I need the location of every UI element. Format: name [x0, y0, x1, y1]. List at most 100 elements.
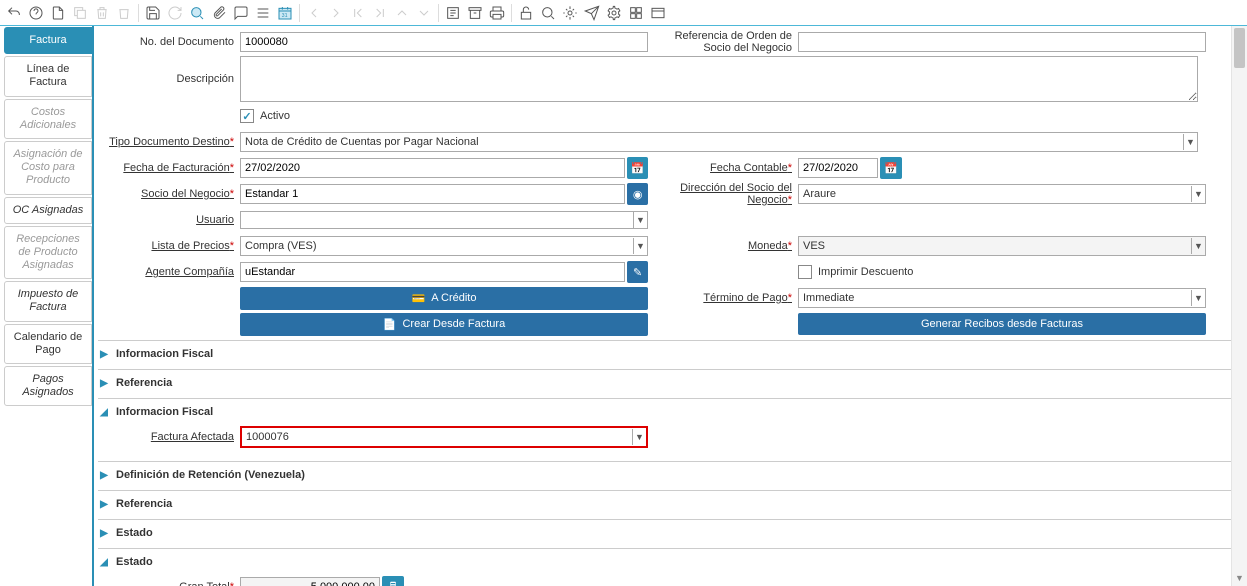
checkbox-imprimir-descuento[interactable]: ✓ [798, 265, 812, 279]
scrollbar[interactable]: ▲ ▼ [1231, 26, 1247, 586]
label-gran-total: Gran Total [98, 581, 240, 586]
select-factura-afectada[interactable]: 1000076▼ [240, 426, 648, 448]
label-ref-orden: Referencia de Orden de Socio del Negocio [656, 30, 798, 54]
credit-icon: 💳 [412, 292, 426, 305]
refresh-icon [165, 3, 185, 23]
calc-icon[interactable]: 🖩 [382, 576, 404, 586]
btn-a-credito[interactable]: 💳A Crédito [240, 287, 648, 310]
scroll-down-icon[interactable]: ▼ [1232, 570, 1247, 586]
calendar-btn-contable[interactable]: 📅 [880, 157, 902, 179]
report-icon[interactable] [443, 3, 463, 23]
copy-icon [70, 3, 90, 23]
label-imprimir-descuento: Imprimir Descuento [818, 266, 913, 278]
label-moneda: Moneda [656, 240, 798, 252]
section-header-info-fiscal-1[interactable]: ▶Informacion Fiscal [98, 345, 1237, 363]
lock-icon[interactable] [516, 3, 536, 23]
tab-calendario-pago[interactable]: Calendario de Pago [4, 324, 92, 364]
label-usuario: Usuario [98, 214, 240, 226]
tab-costos-adicionales: Costos Adicionales [4, 99, 92, 139]
section-info-fiscal-1: ▶Informacion Fiscal [98, 340, 1237, 367]
delete-icon [92, 3, 112, 23]
lookup-socio-icon[interactable]: ◉ [627, 183, 648, 205]
input-ref-orden[interactable] [798, 32, 1206, 52]
last-icon [370, 3, 390, 23]
input-gran-total [240, 577, 380, 586]
select-direccion-socio[interactable]: Araure▼ [798, 184, 1206, 204]
archive-icon[interactable] [465, 3, 485, 23]
scrollbar-thumb[interactable] [1234, 28, 1245, 68]
select-usuario[interactable]: ▼ [240, 211, 648, 229]
section-estado-1: ▶Estado [98, 519, 1237, 546]
copy-icon: 📄 [383, 318, 397, 331]
input-no-documento[interactable] [240, 32, 648, 52]
tab-asignacion-costo: Asignación de Costo para Producto [4, 141, 92, 195]
tool-icon[interactable] [626, 3, 646, 23]
section-info-fiscal-2: ◢Informacion Fiscal Factura Afectada 100… [98, 398, 1237, 459]
tab-factura[interactable]: Factura [4, 27, 92, 54]
section-header-info-fiscal-2[interactable]: ◢Informacion Fiscal [98, 403, 1237, 421]
save-icon[interactable] [143, 3, 163, 23]
label-fecha-contable: Fecha Contable [656, 162, 798, 174]
search-highlight-icon[interactable] [187, 3, 207, 23]
calendar-btn-facturacion[interactable]: 📅 [627, 157, 648, 179]
tab-oc-asignadas[interactable]: OC Asignadas [4, 197, 92, 224]
tab-pagos-asignados[interactable]: Pagos Asignados [4, 366, 92, 406]
section-header-estado-1[interactable]: ▶Estado [98, 524, 1237, 542]
select-lista-precios[interactable]: Compra (VES)▼ [240, 236, 648, 256]
chat-icon[interactable] [231, 3, 251, 23]
panel-icon[interactable] [648, 3, 668, 23]
zoom-icon[interactable] [538, 3, 558, 23]
help-icon[interactable] [26, 3, 46, 23]
section-header-estado-2[interactable]: ◢Estado [98, 553, 1237, 571]
print-icon[interactable] [487, 3, 507, 23]
label-no-documento: No. del Documento [98, 36, 240, 48]
section-def-retencion: ▶Definición de Retención (Venezuela) [98, 461, 1237, 488]
textarea-descripcion[interactable] [240, 56, 1198, 102]
tab-impuesto-factura[interactable]: Impuesto de Factura [4, 281, 92, 321]
toolbar: 31 [0, 0, 1247, 26]
label-agente: Agente Compañía [98, 266, 240, 278]
label-termino-pago: Término de Pago [656, 292, 798, 304]
list-icon[interactable] [253, 3, 273, 23]
section-estado-2: ◢Estado Gran Total 🖩 Estado del Document… [98, 548, 1237, 586]
checkbox-activo[interactable]: ✓ [240, 109, 254, 123]
btn-crear-desde-factura[interactable]: 📄Crear Desde Factura [240, 313, 648, 336]
undo-icon[interactable] [4, 3, 24, 23]
send-icon[interactable] [582, 3, 602, 23]
input-fecha-contable[interactable] [798, 158, 878, 178]
input-agente[interactable] [240, 262, 625, 282]
section-referencia-2: ▶Referencia [98, 490, 1237, 517]
process-icon[interactable] [560, 3, 580, 23]
first-icon [348, 3, 368, 23]
separator [299, 4, 300, 22]
select-moneda: VES▼ [798, 236, 1206, 256]
label-fecha-facturacion: Fecha de Facturación [98, 162, 240, 174]
tab-recepciones: Recepciones de Producto Asignadas [4, 226, 92, 280]
lookup-agente-icon[interactable]: ✎ [627, 261, 648, 283]
select-tipo-doc-destino[interactable]: Nota de Crédito de Cuentas por Pagar Nac… [240, 132, 1198, 152]
form-content: No. del Documento Referencia de Orden de… [94, 26, 1247, 586]
chevron-right-icon: ▶ [98, 378, 110, 389]
attach-icon[interactable] [209, 3, 229, 23]
calendar-icon[interactable]: 31 [275, 3, 295, 23]
section-header-referencia-1[interactable]: ▶Referencia [98, 374, 1237, 392]
new-doc-icon[interactable] [48, 3, 68, 23]
section-header-def-retencion[interactable]: ▶Definición de Retención (Venezuela) [98, 466, 1237, 484]
sidebar: Factura Línea de Factura Costos Adiciona… [0, 26, 94, 586]
down-icon [414, 3, 434, 23]
up-icon [392, 3, 412, 23]
input-fecha-facturacion[interactable] [240, 158, 625, 178]
chevron-right-icon: ▶ [98, 470, 110, 481]
chevron-right-icon: ▶ [98, 528, 110, 539]
input-socio-negocio[interactable] [240, 184, 625, 204]
separator [511, 4, 512, 22]
svg-text:31: 31 [282, 13, 288, 19]
separator [138, 4, 139, 22]
section-header-referencia-2[interactable]: ▶Referencia [98, 495, 1237, 513]
label-tipo-doc-destino: Tipo Documento Destino [98, 136, 240, 148]
select-termino-pago[interactable]: Immediate▼ [798, 288, 1206, 308]
btn-generar-recibos[interactable]: Generar Recibos desde Facturas [798, 313, 1206, 335]
tab-linea-factura[interactable]: Línea de Factura [4, 56, 92, 96]
settings-icon[interactable] [604, 3, 624, 23]
separator [438, 4, 439, 22]
